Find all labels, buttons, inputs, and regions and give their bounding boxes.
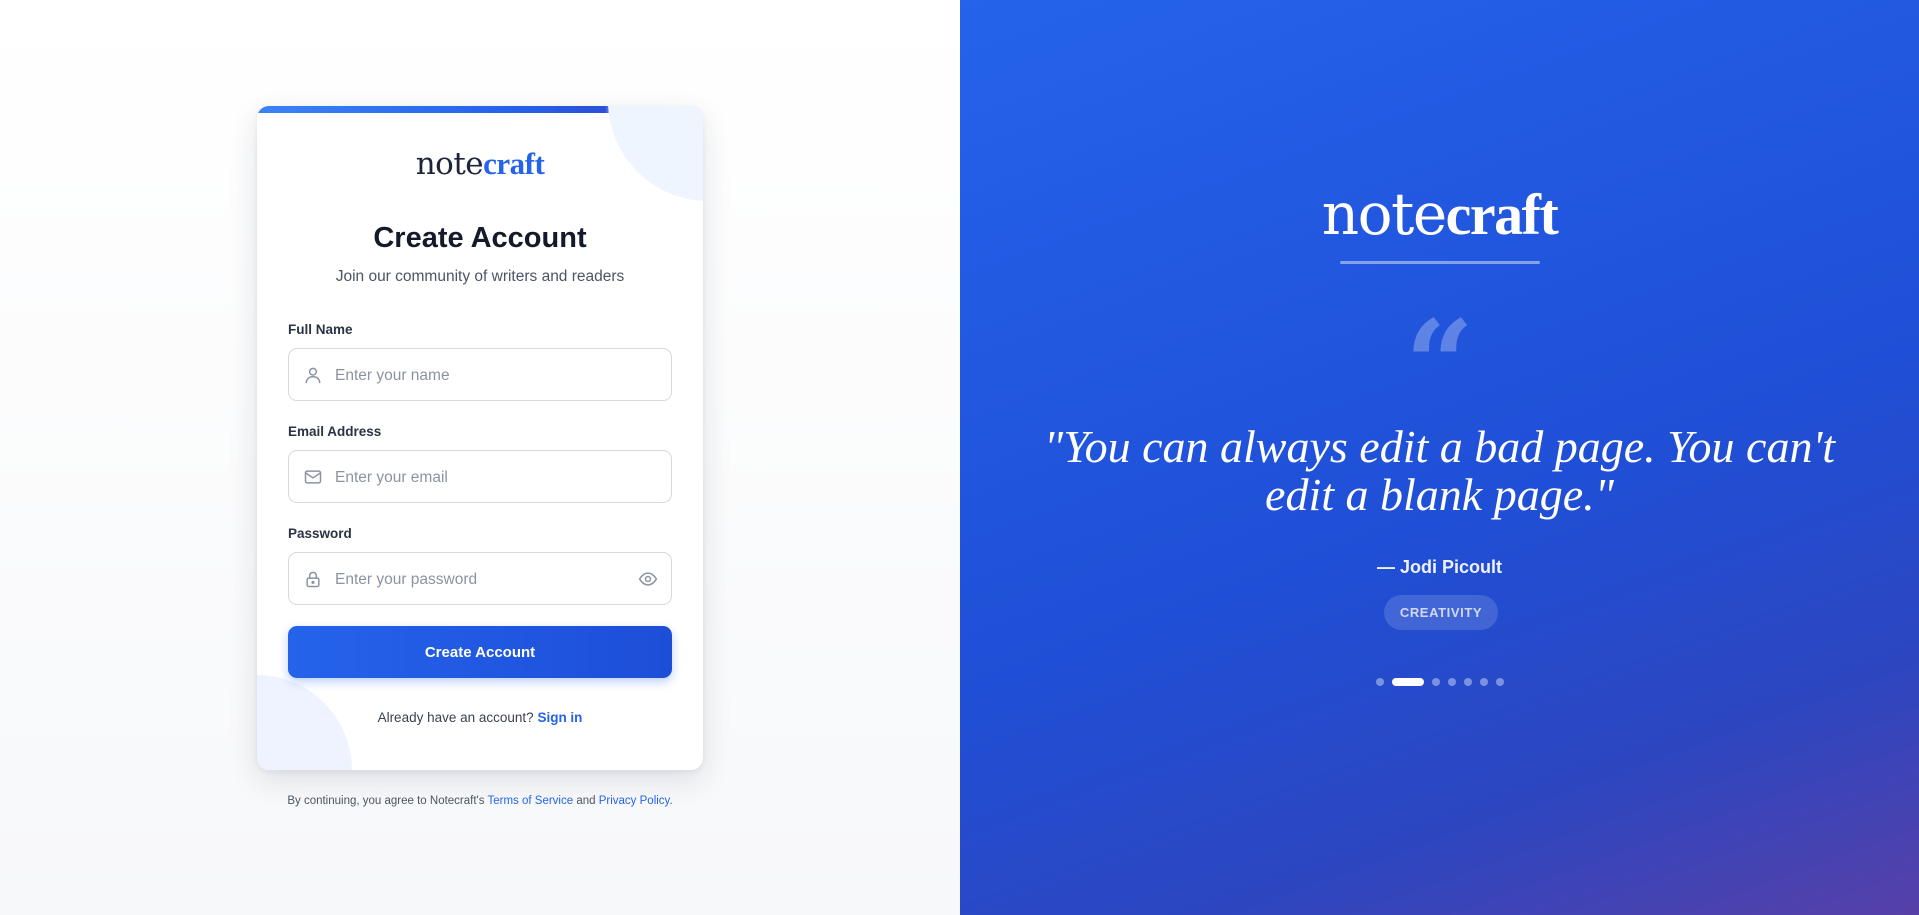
email-input[interactable] [333, 451, 637, 504]
mail-icon [304, 470, 322, 484]
carousel-dot-2[interactable] [1391, 678, 1424, 686]
carousel-dots [960, 678, 1919, 686]
quote-author: — Jodi Picoult [1376, 557, 1502, 577]
carousel-dot-1[interactable] [1375, 678, 1384, 686]
terms-and: and [576, 795, 596, 807]
quote-icon: “ [1404, 294, 1475, 435]
full-name-label: Full Name [288, 322, 353, 337]
logo-text-note: note [1321, 180, 1447, 248]
full-name-input[interactable] [333, 349, 637, 402]
privacy-policy-link[interactable]: Privacy Policy [599, 795, 670, 807]
create-account-button[interactable]: Create Account [288, 626, 672, 678]
page-title: Create Account [373, 222, 587, 254]
terms-suffix: . [669, 795, 673, 807]
quote-pane: notecraft “ "You can always edit a bad p… [960, 0, 1919, 915]
terms-of-service-link[interactable]: Terms of Service [488, 795, 574, 807]
lock-icon [306, 571, 320, 588]
password-field[interactable] [288, 552, 672, 606]
carousel-dot-7[interactable] [1495, 678, 1504, 686]
email-field[interactable] [288, 450, 672, 504]
brand-logo-large: notecraft [960, 180, 1919, 248]
signup-card: notecraft Create Account Join our commun… [257, 106, 703, 770]
email-label: Email Address [288, 424, 382, 439]
terms-prefix: By continuing, you agree to Notecraft's [287, 795, 485, 807]
sign-in-link[interactable]: Sign in [537, 710, 582, 725]
password-label: Password [288, 526, 352, 541]
signup-pane: notecraft Create Account Join our commun… [0, 0, 960, 915]
quote-category-badge: CREATIVITY [1384, 595, 1498, 630]
carousel-dot-4[interactable] [1447, 678, 1456, 686]
signin-prompt-text: Already have an account? [377, 710, 534, 725]
quote-text: "You can always edit a bad page. You can… [1043, 421, 1836, 520]
brand-logo: notecraft [257, 146, 703, 182]
signin-prompt: Already have an account? Sign in [257, 710, 703, 725]
page-subtitle: Join our community of writers and reader… [335, 268, 625, 285]
user-icon [305, 367, 321, 384]
logo-text-note: note [415, 146, 484, 182]
full-name-field[interactable] [288, 348, 672, 402]
password-input[interactable] [333, 553, 637, 606]
logo-text-craft: craft [1445, 182, 1559, 247]
carousel-dot-5[interactable] [1463, 678, 1472, 686]
logo-underline [1340, 261, 1540, 264]
carousel-dot-6[interactable] [1479, 678, 1488, 686]
logo-text-craft: craft [483, 146, 545, 181]
eye-icon[interactable] [638, 569, 658, 589]
terms-notice: By continuing, you agree to Notecraft's … [257, 795, 703, 807]
carousel-dot-3[interactable] [1431, 678, 1440, 686]
